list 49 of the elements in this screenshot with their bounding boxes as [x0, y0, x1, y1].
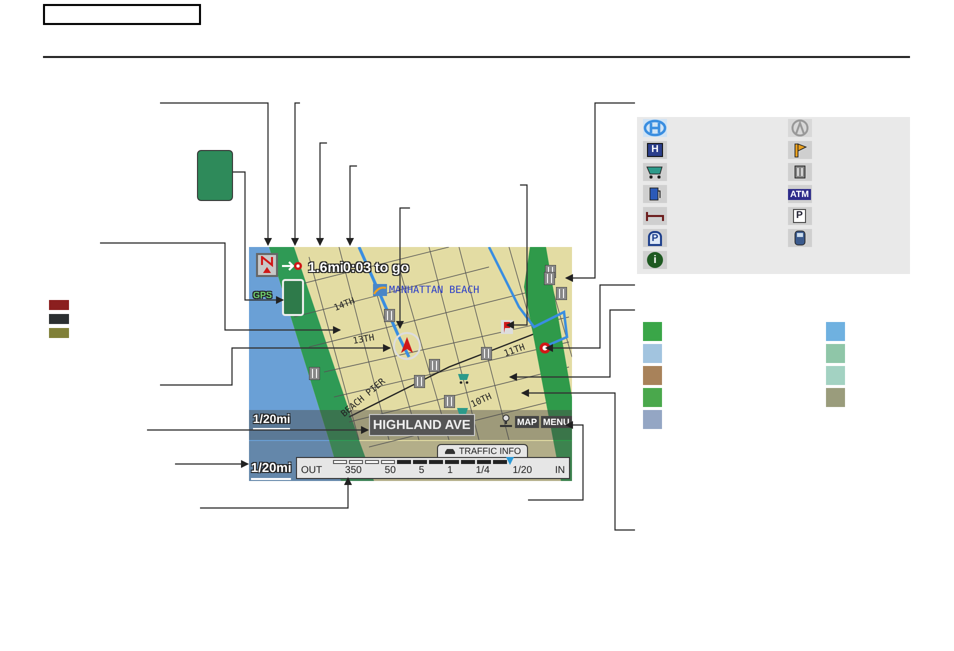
gps-indicator: GPS: [253, 289, 272, 302]
train-icon: [788, 229, 812, 247]
traffic-title: TRAFFIC INFO: [459, 444, 521, 458]
restaurant-icon: [309, 367, 320, 380]
fork-knife-icon: [788, 163, 812, 181]
traffic-scale-label: OUT: [301, 465, 322, 476]
shopping-cart-icon: [457, 373, 470, 384]
joystick-icon: [499, 414, 513, 428]
breadcrumb-marker: [282, 279, 304, 316]
traffic-scale: 1/20mi: [251, 458, 292, 480]
current-street-name: HIGHLAND AVE: [369, 414, 474, 436]
h-logo-icon: [643, 119, 667, 137]
traffic-scale-label: IN: [554, 465, 565, 476]
traffic-scale-label: 1/4: [476, 465, 490, 476]
shopping-cart-icon: [643, 163, 667, 181]
traffic-scale-label: 5: [418, 465, 424, 476]
gas-pump-icon: [643, 185, 667, 203]
parking-garage-icon: P: [648, 230, 662, 246]
street-label: 14TH: [332, 295, 358, 316]
map-menu-button[interactable]: MAP: [515, 416, 539, 428]
destination-icon: [539, 342, 551, 354]
street-label: 11TH: [502, 342, 528, 362]
hospital-icon: H: [647, 143, 663, 157]
restaurant-icon: [556, 287, 567, 300]
restaurant-icon: [384, 309, 395, 322]
traffic-scale-label: 1/20: [512, 465, 532, 476]
a-logo-icon: [788, 119, 812, 137]
vehicle-position-icon: [392, 331, 422, 361]
destination-direction-icon: [281, 261, 303, 271]
traffic-scale-label: 1: [447, 465, 453, 476]
restaurant-icon: [481, 347, 492, 360]
street-label: 10TH: [469, 391, 494, 412]
parking-icon: P: [793, 209, 806, 223]
bed-icon: [643, 207, 667, 225]
flag-icon: [788, 141, 812, 159]
restaurant-icon: [544, 272, 555, 285]
info-icon: i: [647, 252, 663, 268]
map-scale: 1/20mi: [253, 410, 290, 430]
atm-icon: ATM: [788, 188, 811, 200]
traffic-scale-label: 50: [384, 465, 396, 476]
restaurant-icon: [414, 375, 425, 388]
street-label: 13TH: [352, 332, 376, 349]
restaurant-icon: [429, 359, 440, 372]
city-icon: [373, 284, 387, 296]
restaurant-icon: [444, 395, 455, 408]
breadcrumb-swatch: [197, 150, 233, 201]
map-menu-button[interactable]: MENU: [541, 416, 572, 428]
north-indicator-icon: [256, 253, 278, 277]
traffic-scale-label: 350: [345, 465, 362, 476]
